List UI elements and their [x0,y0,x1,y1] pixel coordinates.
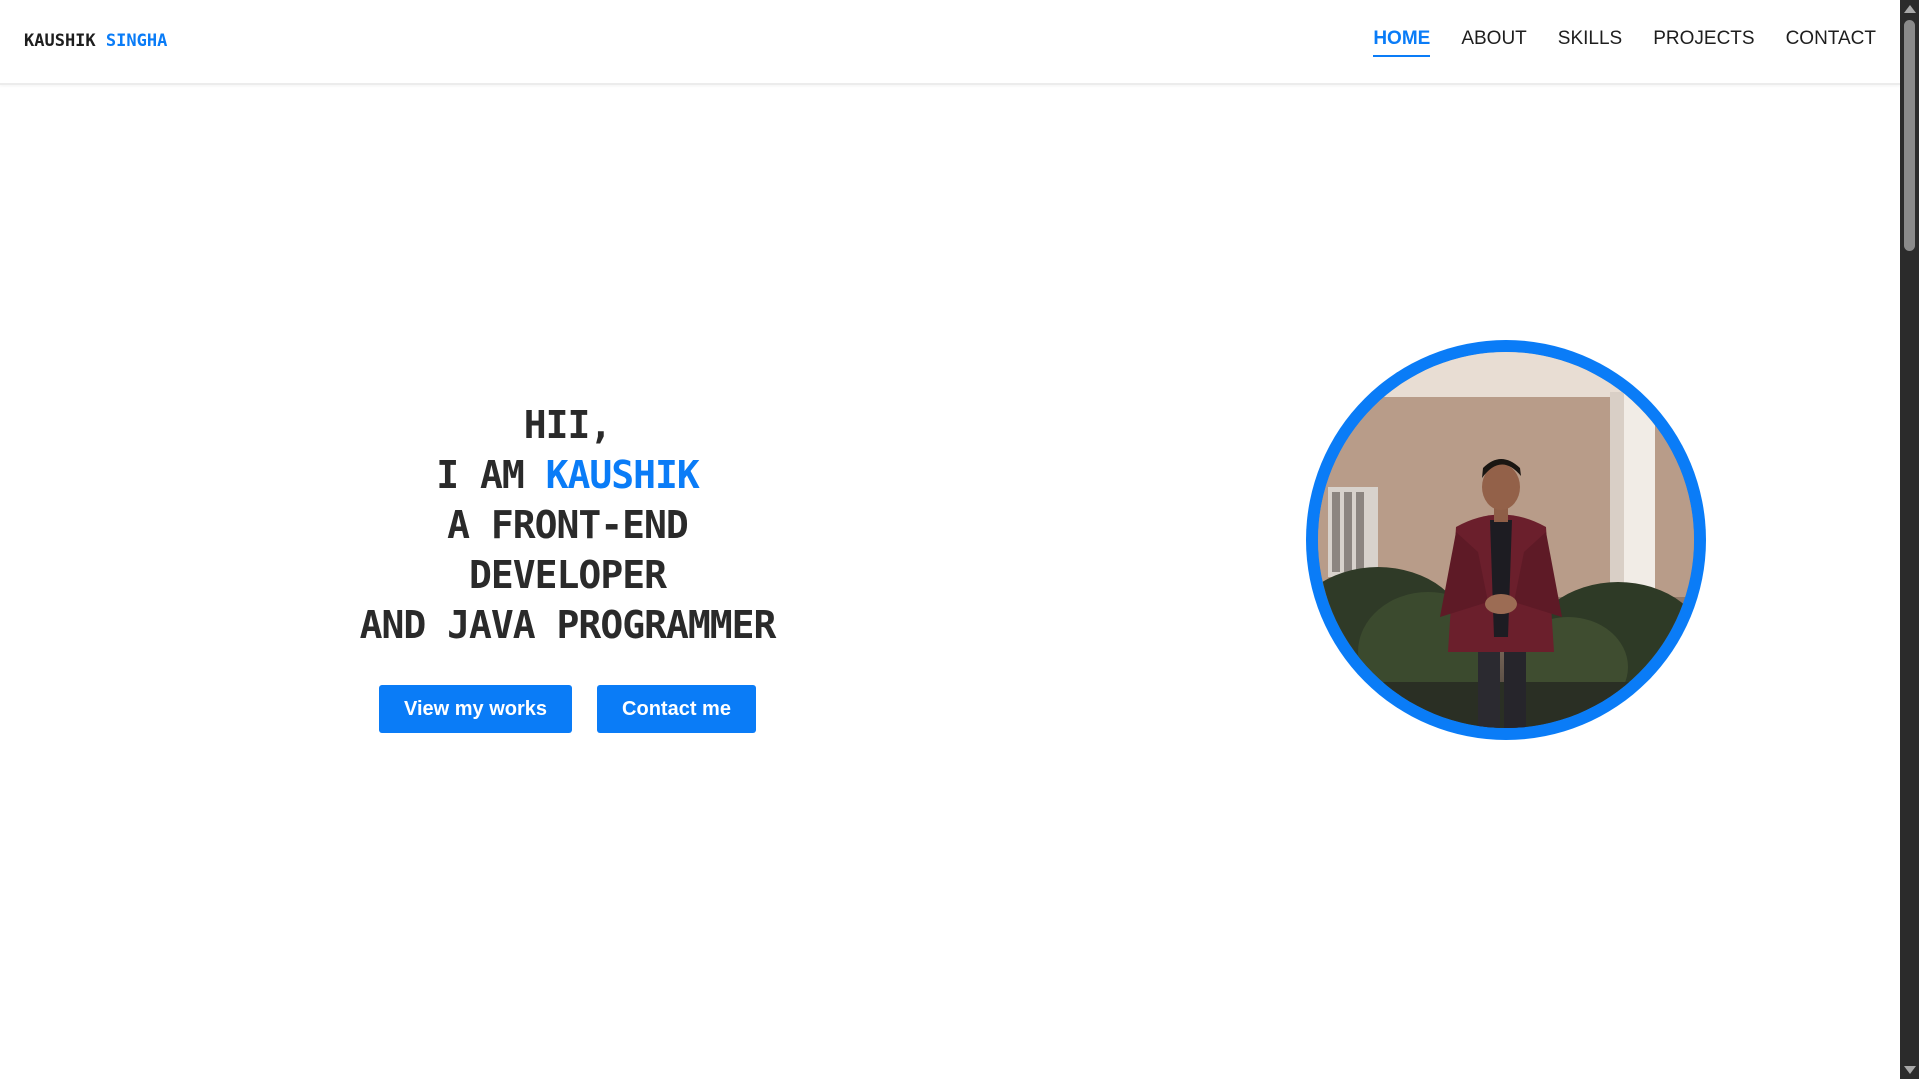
page-viewport: KAUSHIK SINGHA HOME ABOUT SKILLS PROJECT… [0,0,1900,1079]
contact-me-button[interactable]: Contact me [597,685,756,733]
nav-contact[interactable]: CONTACT [1786,28,1876,57]
nav-skills[interactable]: SKILLS [1558,28,1622,57]
profile-photo-illustration [1318,352,1694,728]
hero-role-line-2: AND JAVA PROGRAMMER [359,603,777,647]
view-works-button[interactable]: View my works [379,685,573,733]
logo-last-name: SINGHA [105,31,168,51]
nav-about[interactable]: ABOUT [1461,28,1526,57]
nav-projects[interactable]: PROJECTS [1653,28,1754,57]
hero-role-line: A FRONT-END DEVELOPER [447,503,689,597]
scroll-up-icon[interactable] [1904,5,1916,13]
hero-name: KAUSHIK [545,453,700,497]
hero-heading: HII, I AM KAUSHIK A FRONT-END DEVELOPER … [340,400,795,650]
nav-home[interactable]: HOME [1373,28,1431,57]
logo-first-name: KAUSHIK [24,31,96,51]
profile-photo [1318,352,1694,728]
hero-intro-prefix: I AM [436,453,525,497]
site-logo[interactable]: KAUSHIK SINGHA [24,31,167,51]
hero-greeting: HII, [523,403,613,447]
scroll-down-icon[interactable] [1904,1066,1916,1074]
hero-buttons: View my works Contact me [379,685,756,733]
nav-links: HOME ABOUT SKILLS PROJECTS CONTACT [1373,28,1876,57]
hero-intro-line: I AM KAUSHIK [340,450,795,500]
page-scrollbar[interactable] [1900,0,1919,1079]
navbar: KAUSHIK SINGHA HOME ABOUT SKILLS PROJECT… [0,0,1900,85]
profile-photo-frame [1306,340,1706,740]
scroll-thumb[interactable] [1904,20,1915,251]
